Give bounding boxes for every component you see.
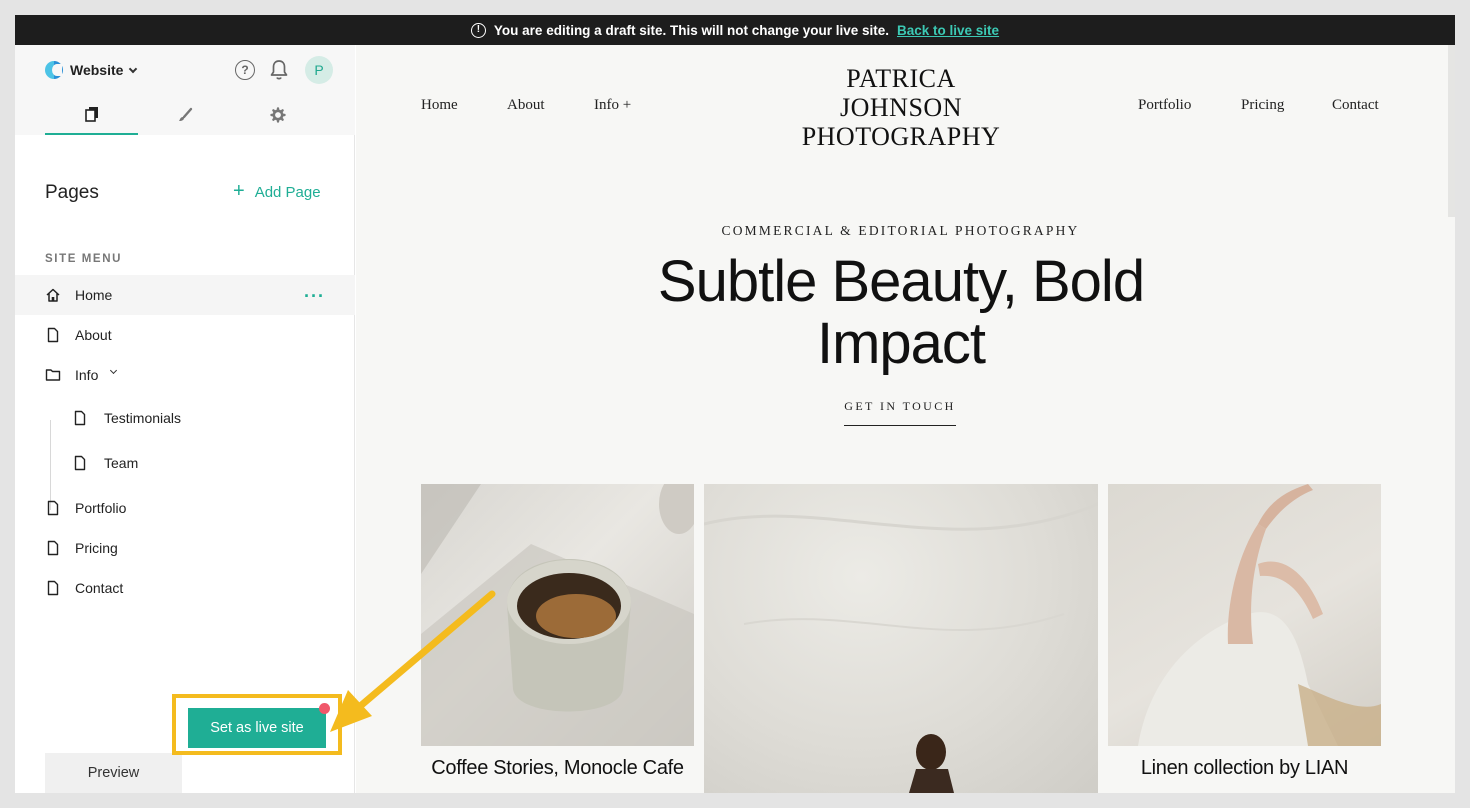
tab-design[interactable] [138,95,231,135]
site-name: Website [70,62,124,78]
plus-icon: + [233,180,245,202]
sidebar-item-info[interactable]: Info [15,355,355,395]
sidebar-item-team[interactable]: Team [15,443,355,483]
add-page-label: Add Page [254,183,321,201]
more-options-icon[interactable]: ··· [304,287,325,305]
page-icon [72,410,88,426]
folder-icon [45,367,61,383]
get-in-touch-link[interactable]: GET IN TOUCH [844,399,956,426]
back-to-live-link[interactable]: Back to live site [897,23,999,38]
chevron-down-icon[interactable] [109,366,118,375]
pages-heading: Pages [45,182,99,203]
sidebar-item-label: Contact [75,580,124,596]
set-as-live-site-button[interactable]: Set as live site [188,708,326,748]
help-icon[interactable]: ? [235,60,255,80]
sidebar-item-label: Team [104,455,139,471]
brand-line: PHOTOGRAPHY [801,122,1001,151]
preview-button[interactable]: Preview [45,753,182,793]
sidebar-item-about[interactable]: About [15,315,355,355]
page-icon [72,455,88,471]
brand-line: PATRICA [846,64,956,93]
site-menu-label: SITE MENU [45,253,123,265]
linen-photo [1108,484,1381,746]
site-logo-text[interactable]: PATRICA JOHNSON PHOTOGRAPHY [786,64,1016,151]
sidebar-item-label: Pricing [75,540,118,556]
notification-dot [319,703,330,714]
photo-caption: Linen collection by LIAN [1140,757,1349,779]
site-nav-contact[interactable]: Contact [1332,97,1379,114]
app-window: ! You are editing a draft site. This wil… [15,15,1455,793]
coffee-photo [421,484,694,746]
sidebar-item-label: Portfolio [75,500,127,516]
sidebar-item-pricing[interactable]: Pricing [15,528,355,568]
sidebar-item-label: Testimonials [104,410,182,426]
hero-title: Subtle Beauty, Bold Impact [657,249,1145,376]
photo-caption: Coffee Stories, Monocle Cafe [431,757,684,779]
scrollbar[interactable] [1448,45,1455,217]
pages-icon [84,107,98,122]
brand-line: JOHNSON [840,93,962,122]
sidebar-item-home[interactable]: Home ··· [15,275,355,315]
model-photo [704,484,1098,793]
bell-icon[interactable] [269,59,289,81]
site-preview-canvas: Home About Info + PATRICA JOHNSON PHOTOG… [356,45,1455,793]
site-logo-icon [45,61,63,79]
tab-settings[interactable] [231,95,324,135]
brush-icon [178,107,192,121]
site-nav-pricing[interactable]: Pricing [1241,97,1284,114]
avatar[interactable]: P [305,56,333,84]
sidebar-item-portfolio[interactable]: Portfolio [15,488,355,528]
tab-pages[interactable] [45,95,138,135]
sidebar-item-testimonials[interactable]: Testimonials [15,398,355,438]
alert-icon: ! [470,22,486,38]
draft-banner-message: You are editing a draft site. This will … [493,22,890,38]
gear-icon [269,107,286,123]
editor-sidebar: Website ? P Pages + Add Page SITE MENU H… [15,45,355,793]
sidebar-item-label: Info [75,367,99,383]
site-nav-home[interactable]: Home [421,97,458,114]
add-page-button[interactable]: + Add Page [233,180,321,202]
page-icon [45,540,61,556]
draft-banner: ! You are editing a draft site. This wil… [15,15,1455,45]
site-nav-about[interactable]: About [507,97,545,114]
page-icon [45,580,61,596]
chevron-down-icon [129,64,138,73]
page-icon [45,327,61,343]
sidebar-item-label: Home [75,287,113,303]
home-icon [45,287,61,303]
site-nav-portfolio[interactable]: Portfolio [1138,97,1191,114]
site-switcher[interactable]: Website [45,61,138,79]
sidebar-item-contact[interactable]: Contact [15,568,355,608]
sidebar-item-label: About [75,327,112,343]
sidebar-tabs [15,95,355,135]
page-icon [45,500,61,516]
site-nav-info[interactable]: Info + [594,97,631,114]
sidebar-header: Website ? P [15,45,355,95]
hero-tagline: COMMERCIAL & EDITORIAL PHOTOGRAPHY [721,223,1080,238]
